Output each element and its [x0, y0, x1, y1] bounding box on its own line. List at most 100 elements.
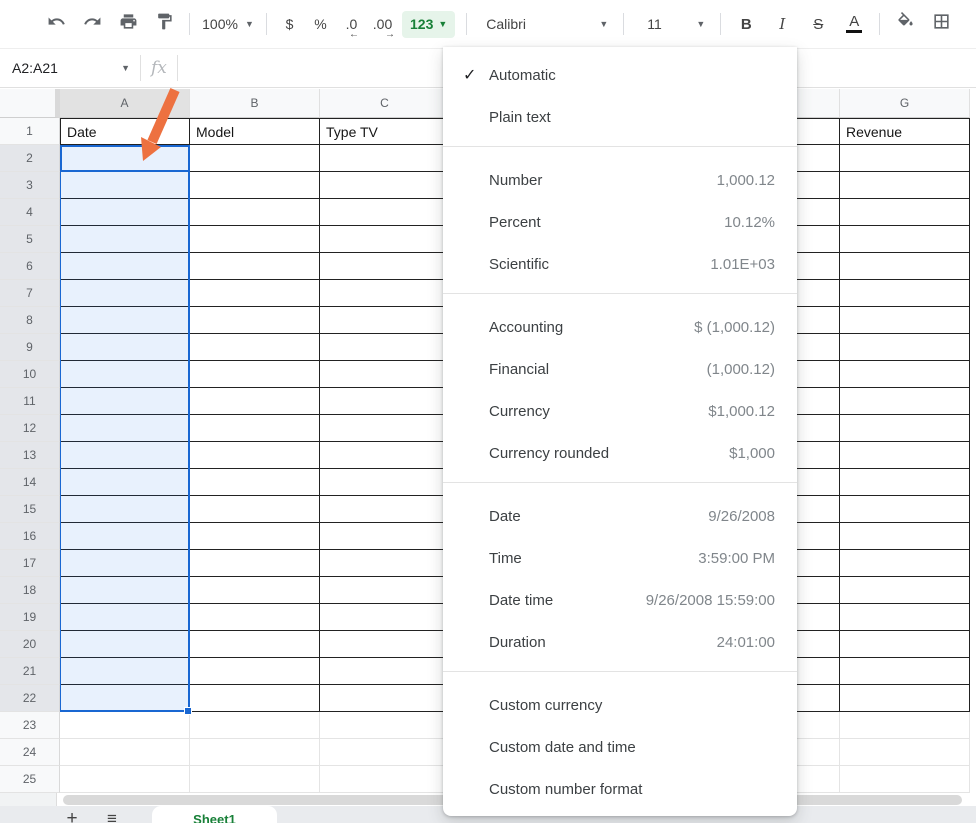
- cell-c21[interactable]: [320, 658, 450, 685]
- row-header-7[interactable]: 7: [0, 280, 60, 307]
- cell-a23[interactable]: [60, 712, 190, 739]
- cell-b3[interactable]: [190, 172, 320, 199]
- cell-b10[interactable]: [190, 361, 320, 388]
- row-header-16[interactable]: 16: [0, 523, 60, 550]
- row-header-8[interactable]: 8: [0, 307, 60, 334]
- cell-c25[interactable]: [320, 766, 450, 793]
- cell-c17[interactable]: [320, 550, 450, 577]
- cell-a24[interactable]: [60, 739, 190, 766]
- redo-button[interactable]: [74, 9, 110, 39]
- row-header-10[interactable]: 10: [0, 361, 60, 388]
- cell-g8[interactable]: [840, 307, 970, 334]
- row-header-20[interactable]: 20: [0, 631, 60, 658]
- menu-item-date[interactable]: Date9/26/2008: [443, 495, 797, 537]
- cell-c5[interactable]: [320, 226, 450, 253]
- cell-a22[interactable]: [60, 685, 190, 712]
- all-sheets-button[interactable]: ≡: [98, 808, 126, 823]
- cell-a1[interactable]: Date: [60, 118, 190, 145]
- cell-b21[interactable]: [190, 658, 320, 685]
- cell-g18[interactable]: [840, 577, 970, 604]
- cell-b1[interactable]: Model: [190, 118, 320, 145]
- cell-a3[interactable]: [60, 172, 190, 199]
- cell-b4[interactable]: [190, 199, 320, 226]
- cell-g22[interactable]: [840, 685, 970, 712]
- cell-a10[interactable]: [60, 361, 190, 388]
- cell-a18[interactable]: [60, 577, 190, 604]
- cell-a11[interactable]: [60, 388, 190, 415]
- cell-g7[interactable]: [840, 280, 970, 307]
- cell-c1[interactable]: Type TV: [320, 118, 450, 145]
- cell-a7[interactable]: [60, 280, 190, 307]
- sheet-tab-active[interactable]: Sheet1: [152, 806, 277, 823]
- menu-item-custom-currency[interactable]: Custom currency: [443, 684, 797, 726]
- cell-c14[interactable]: [320, 469, 450, 496]
- cell-c23[interactable]: [320, 712, 450, 739]
- cell-b19[interactable]: [190, 604, 320, 631]
- cell-a20[interactable]: [60, 631, 190, 658]
- row-header-9[interactable]: 9: [0, 334, 60, 361]
- cell-b5[interactable]: [190, 226, 320, 253]
- cell-c18[interactable]: [320, 577, 450, 604]
- menu-item-percent[interactable]: Percent10.12%: [443, 201, 797, 243]
- cell-b18[interactable]: [190, 577, 320, 604]
- cell-g4[interactable]: [840, 199, 970, 226]
- cell-g21[interactable]: [840, 658, 970, 685]
- row-header-18[interactable]: 18: [0, 577, 60, 604]
- cell-c24[interactable]: [320, 739, 450, 766]
- cell-b16[interactable]: [190, 523, 320, 550]
- cell-a12[interactable]: [60, 415, 190, 442]
- cell-g25[interactable]: [840, 766, 970, 793]
- menu-item-custom-number-format[interactable]: Custom number format: [443, 768, 797, 810]
- cell-a5[interactable]: [60, 226, 190, 253]
- row-header-19[interactable]: 19: [0, 604, 60, 631]
- cell-a17[interactable]: [60, 550, 190, 577]
- cell-b24[interactable]: [190, 739, 320, 766]
- row-header-12[interactable]: 12: [0, 415, 60, 442]
- cell-a19[interactable]: [60, 604, 190, 631]
- borders-button[interactable]: [923, 9, 959, 39]
- print-button[interactable]: [110, 9, 146, 39]
- cell-g6[interactable]: [840, 253, 970, 280]
- undo-button[interactable]: [38, 9, 74, 39]
- cell-c16[interactable]: [320, 523, 450, 550]
- text-color-button[interactable]: A: [836, 9, 872, 39]
- cell-c20[interactable]: [320, 631, 450, 658]
- cell-a8[interactable]: [60, 307, 190, 334]
- row-header-17[interactable]: 17: [0, 550, 60, 577]
- cell-g19[interactable]: [840, 604, 970, 631]
- strikethrough-button[interactable]: S: [800, 9, 836, 39]
- row-header-24[interactable]: 24: [0, 739, 60, 766]
- cell-b7[interactable]: [190, 280, 320, 307]
- menu-item-date-time[interactable]: Date time9/26/2008 15:59:00: [443, 579, 797, 621]
- cell-c8[interactable]: [320, 307, 450, 334]
- cell-a13[interactable]: [60, 442, 190, 469]
- menu-item-duration[interactable]: Duration24:01:00: [443, 621, 797, 663]
- cell-g12[interactable]: [840, 415, 970, 442]
- cell-b15[interactable]: [190, 496, 320, 523]
- cell-b14[interactable]: [190, 469, 320, 496]
- cell-g9[interactable]: [840, 334, 970, 361]
- cell-b12[interactable]: [190, 415, 320, 442]
- cell-c22[interactable]: [320, 685, 450, 712]
- cell-a4[interactable]: [60, 199, 190, 226]
- row-header-4[interactable]: 4: [0, 199, 60, 226]
- menu-item-scientific[interactable]: Scientific1.01E+03: [443, 243, 797, 285]
- row-header-6[interactable]: 6: [0, 253, 60, 280]
- row-header-23[interactable]: 23: [0, 712, 60, 739]
- cell-b22[interactable]: [190, 685, 320, 712]
- cell-c19[interactable]: [320, 604, 450, 631]
- menu-item-number[interactable]: Number1,000.12: [443, 159, 797, 201]
- menu-item-custom-date-and-time[interactable]: Custom date and time: [443, 726, 797, 768]
- column-header-g[interactable]: G: [840, 89, 970, 118]
- cell-b6[interactable]: [190, 253, 320, 280]
- menu-item-currency[interactable]: Currency$1,000.12: [443, 390, 797, 432]
- decrease-decimals-button[interactable]: .0 ←: [336, 9, 367, 39]
- cell-a9[interactable]: [60, 334, 190, 361]
- cell-a14[interactable]: [60, 469, 190, 496]
- row-header-3[interactable]: 3: [0, 172, 60, 199]
- row-header-11[interactable]: 11: [0, 388, 60, 415]
- cell-g17[interactable]: [840, 550, 970, 577]
- increase-decimals-button[interactable]: .00 →: [367, 9, 398, 39]
- cell-b17[interactable]: [190, 550, 320, 577]
- menu-item-currency-rounded[interactable]: Currency rounded$1,000: [443, 432, 797, 474]
